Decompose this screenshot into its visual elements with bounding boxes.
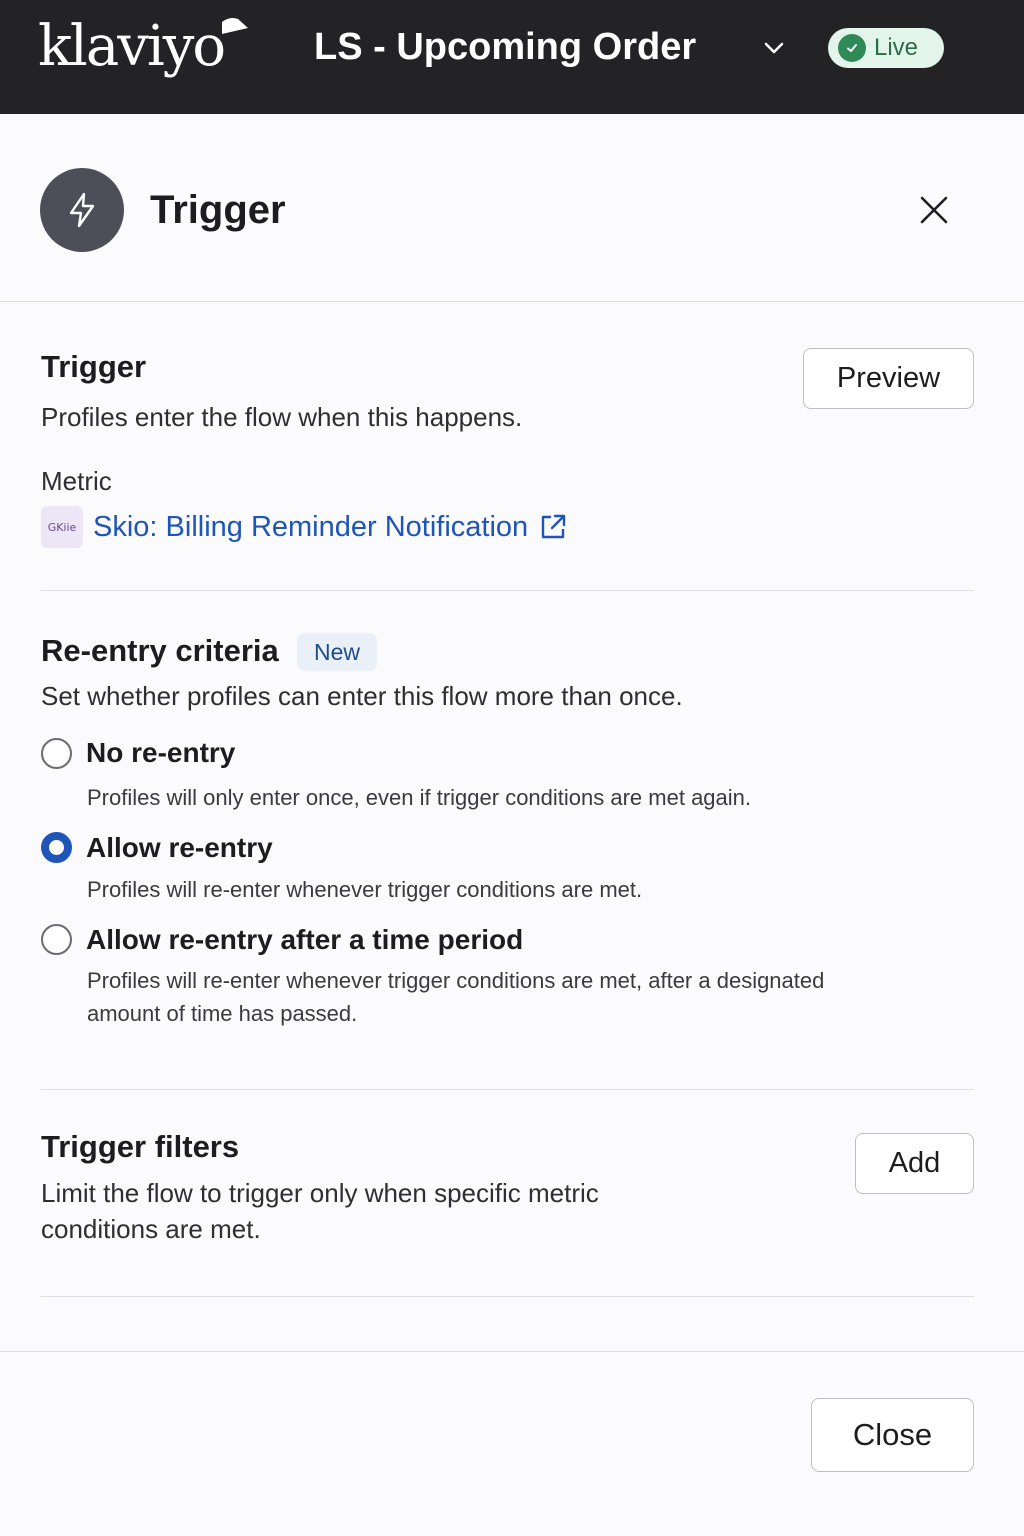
radio-label-allow-reentry[interactable]: Allow re-entry	[86, 831, 273, 865]
status-badge: Live	[828, 28, 944, 68]
metric-row: GKiie Skio: Billing Reminder Notificatio…	[41, 506, 568, 548]
trigger-section-title: Trigger	[41, 349, 147, 384]
skio-logo: GKiie	[41, 506, 83, 548]
radio-allow-reentry[interactable]	[41, 832, 72, 863]
top-bar: klaviyo LS - Upcoming Order Live	[0, 0, 1024, 114]
klaviyo-logo[interactable]: klaviyo	[38, 14, 226, 80]
radio-help-no-reentry: Profiles will only enter once, even if t…	[87, 785, 752, 810]
metric-label: Metric	[41, 466, 112, 496]
filters-section-description: Limit the flow to trigger only when spec…	[41, 1178, 599, 1244]
metric-link[interactable]: Skio: Billing Reminder Notification	[93, 511, 528, 544]
lightning-icon	[40, 168, 124, 252]
footer-divider	[0, 1351, 1024, 1352]
radio-allow-reentry-after-time[interactable]	[41, 924, 72, 955]
close-icon[interactable]	[914, 190, 954, 230]
section-divider	[41, 1089, 974, 1090]
external-link-icon[interactable]	[538, 512, 568, 542]
add-filter-button[interactable]: Add	[855, 1133, 974, 1194]
section-divider	[41, 590, 974, 591]
radio-label-allow-reentry-after-time[interactable]: Allow re-entry after a time period	[86, 923, 523, 957]
check-circle-icon	[838, 34, 866, 62]
radio-no-reentry[interactable]	[41, 738, 72, 769]
filters-section-title: Trigger filters	[41, 1129, 240, 1164]
reentry-section-description: Set whether profiles can enter this flow…	[41, 681, 683, 711]
panel-header: Trigger	[0, 114, 1024, 302]
radio-help-allow-reentry-after-time: Profiles will re-enter whenever trigger …	[87, 968, 825, 1026]
status-badge-label: Live	[874, 34, 919, 61]
logo-flag-icon	[222, 18, 248, 34]
close-button[interactable]: Close	[811, 1398, 974, 1472]
preview-button[interactable]: Preview	[803, 348, 974, 409]
chevron-down-icon[interactable]	[760, 34, 788, 62]
radio-help-allow-reentry: Profiles will re-enter whenever trigger …	[87, 877, 643, 902]
section-divider	[41, 1296, 974, 1297]
reentry-section-title: Re-entry criteria	[41, 633, 279, 668]
flow-title[interactable]: LS - Upcoming Order	[314, 24, 696, 70]
new-badge: New	[297, 633, 377, 671]
panel-title: Trigger	[150, 188, 286, 232]
trigger-section-description: Profiles enter the flow when this happen…	[41, 402, 523, 432]
radio-label-no-reentry[interactable]: No re-entry	[86, 736, 235, 770]
